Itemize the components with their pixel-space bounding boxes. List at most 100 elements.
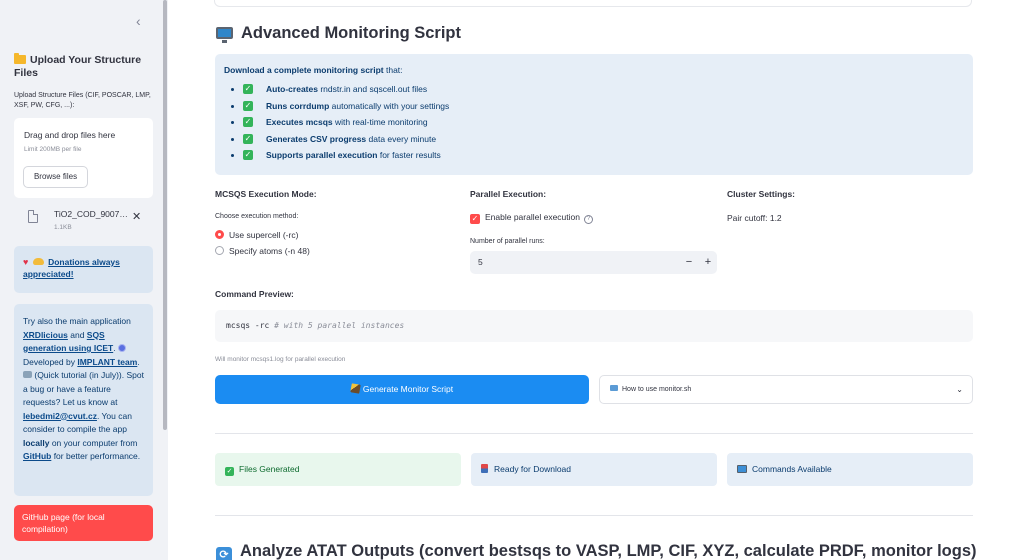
- donation-box: ♥ Donations always appreciated!: [14, 246, 153, 293]
- description-box: Download a complete monitoring script th…: [215, 54, 973, 175]
- feature-text: rndstr.in and sqscell.out files: [317, 84, 428, 94]
- generate-monitor-script-button[interactable]: Generate Monitor Script: [215, 375, 589, 404]
- upload-title: Upload Your Structure Files: [14, 53, 154, 80]
- status-text: Commands Available: [752, 464, 832, 474]
- monitor-note: Will monitor mcsqs1.log for parallel exe…: [215, 356, 346, 363]
- book-icon: [610, 385, 618, 391]
- increment-button[interactable]: +: [701, 254, 715, 270]
- info-text: (Quick tutorial (in July)). Spot a bug o…: [23, 370, 144, 407]
- info-text: Developed by: [23, 356, 78, 367]
- feature-bold: Generates CSV progress: [266, 133, 367, 144]
- check-icon: ✓: [225, 467, 234, 476]
- remove-file-icon[interactable]: ✕: [132, 210, 141, 223]
- command-text: mcsqs -rc: [226, 321, 275, 330]
- feature-text: data every minute: [366, 133, 437, 144]
- feature-bold: Auto-creates: [266, 84, 318, 94]
- feature-list: ✓ Auto-creates rndstr.in and sqscell.out …: [224, 83, 964, 166]
- list-item: ✓ Generates CSV progress data every minut…: [224, 133, 964, 150]
- feature-text: with real-time monitoring: [332, 117, 428, 128]
- refresh-icon: ⟳: [216, 547, 232, 560]
- checkbox-checked-icon: ✓: [470, 214, 480, 224]
- cluster-title: Cluster Settings:: [727, 189, 796, 199]
- main-content: Advanced Monitoring Script Download a co…: [168, 0, 1024, 560]
- sidebar: ‹ Upload Your Structure Files Upload Str…: [0, 0, 168, 560]
- radio-selected-icon: [215, 230, 224, 239]
- expander-label: How to use monitor.sh: [622, 386, 692, 393]
- status-text: Files Generated: [239, 464, 300, 474]
- file-icon: [28, 210, 38, 223]
- browse-files-button[interactable]: Browse files: [23, 166, 88, 188]
- help-icon[interactable]: ?: [583, 215, 593, 224]
- feature-bold: Runs corrdump: [266, 100, 330, 111]
- inbox-icon: [481, 464, 488, 473]
- sidebar-scrollbar[interactable]: [163, 0, 167, 430]
- parallel-checkbox[interactable]: ✓ Enable parallel execution?: [470, 212, 593, 224]
- info-text: on your computer from: [49, 437, 138, 448]
- file-dropzone[interactable]: Drag and drop files here Limit 200MB per…: [14, 118, 153, 198]
- generate-button-label: Generate Monitor Script: [362, 384, 454, 394]
- status-ready-download: Ready for Download: [471, 453, 717, 486]
- sidebar-collapse-button[interactable]: ‹: [136, 14, 148, 28]
- email-link[interactable]: lebedmi2@cvut.cz: [23, 411, 97, 421]
- command-preview-code: mcsqs -rc # with 5 parallel instances: [215, 310, 973, 342]
- hands-icon: [32, 258, 44, 265]
- radio-unselected-icon: [215, 246, 224, 255]
- parallel-runs-label: Number of parallel runs:: [470, 238, 545, 245]
- check-icon: ✓: [243, 133, 253, 144]
- folder-icon: [14, 53, 26, 64]
- check-icon: ✓: [243, 100, 253, 111]
- check-icon: ✓: [243, 117, 253, 128]
- xrdlicious-link[interactable]: XRDlicious: [23, 330, 68, 340]
- feature-bold: Supports parallel execution: [266, 150, 378, 161]
- file-name: TiO2_COD_9007…: [54, 209, 128, 219]
- info-box: Try also the main application XRDlicious…: [14, 304, 153, 496]
- check-icon: ✓: [243, 150, 253, 161]
- tutorial-icon: [23, 371, 32, 378]
- info-text: and: [67, 329, 87, 340]
- feature-text: automatically with your settings: [329, 100, 450, 111]
- status-text: Ready for Download: [494, 464, 572, 474]
- dropzone-limit: Limit 200MB per file: [24, 146, 82, 153]
- radio-supercell[interactable]: Use supercell (-rc): [215, 230, 298, 242]
- radio-label: Use supercell (-rc): [229, 230, 299, 240]
- description-intro-bold: Download a complete monitoring script: [224, 65, 384, 75]
- app: ‹ Upload Your Structure Files Upload Str…: [0, 0, 1024, 560]
- github-link[interactable]: GitHub: [23, 451, 51, 461]
- section-title: Advanced Monitoring Script: [216, 24, 461, 43]
- choose-method-label: Choose execution method:: [215, 213, 299, 220]
- chevron-down-icon: ⌄: [956, 385, 963, 394]
- divider: [215, 433, 973, 434]
- feature-text: for faster results: [377, 150, 441, 161]
- info-text: for better performance.: [51, 451, 141, 461]
- section2-title-text: Analyze ATAT Outputs (convert bestsqs to…: [240, 542, 977, 560]
- parallel-runs-input[interactable]: 5 − +: [470, 251, 717, 274]
- github-page-button[interactable]: GitHub page (for local compilation): [14, 505, 153, 541]
- list-item: ✓ Executes mcsqs with real-time monitorin…: [224, 116, 964, 133]
- locally-text: locally: [23, 437, 50, 448]
- decrement-button[interactable]: −: [682, 254, 696, 270]
- list-item: ✓ Supports parallel execution for faster …: [224, 149, 964, 166]
- upload-title-text: Upload Your Structure Files: [14, 54, 142, 79]
- list-item: ✓ Runs corrdump automatically with your s…: [224, 100, 964, 117]
- radio-label: Specify atoms (-n 48): [229, 246, 310, 256]
- feature-bold: Executes mcsqs: [266, 117, 333, 128]
- check-icon: ✓: [243, 84, 253, 94]
- pair-cutoff-text: Pair cutoff: 1.2: [727, 213, 782, 223]
- exec-mode-title: MCSQS Execution Mode:: [215, 189, 317, 199]
- info-text: .: [137, 356, 140, 367]
- computer-icon: [737, 465, 747, 473]
- uploaded-file: TiO2_COD_9007… 1.1KB ✕: [26, 207, 154, 237]
- divider: [215, 515, 973, 516]
- parallel-title: Parallel Execution:: [470, 189, 547, 199]
- heart-icon: ♥: [23, 257, 29, 267]
- section-title-text: Advanced Monitoring Script: [241, 24, 462, 42]
- file-size: 1.1KB: [54, 224, 72, 231]
- implant-team-link[interactable]: IMPLANT team: [77, 357, 137, 367]
- command-comment: # with 5 parallel instances: [274, 321, 405, 330]
- parallel-runs-value: 5: [478, 257, 483, 267]
- dropzone-title: Drag and drop files here: [24, 130, 116, 140]
- how-to-use-expander[interactable]: How to use monitor.sh ⌄: [599, 375, 973, 404]
- radio-specify-atoms[interactable]: Specify atoms (-n 48): [215, 246, 310, 258]
- sparkle-icon: [117, 344, 126, 352]
- section2-title: ⟳ Analyze ATAT Outputs (convert bestsqs t…: [216, 542, 977, 560]
